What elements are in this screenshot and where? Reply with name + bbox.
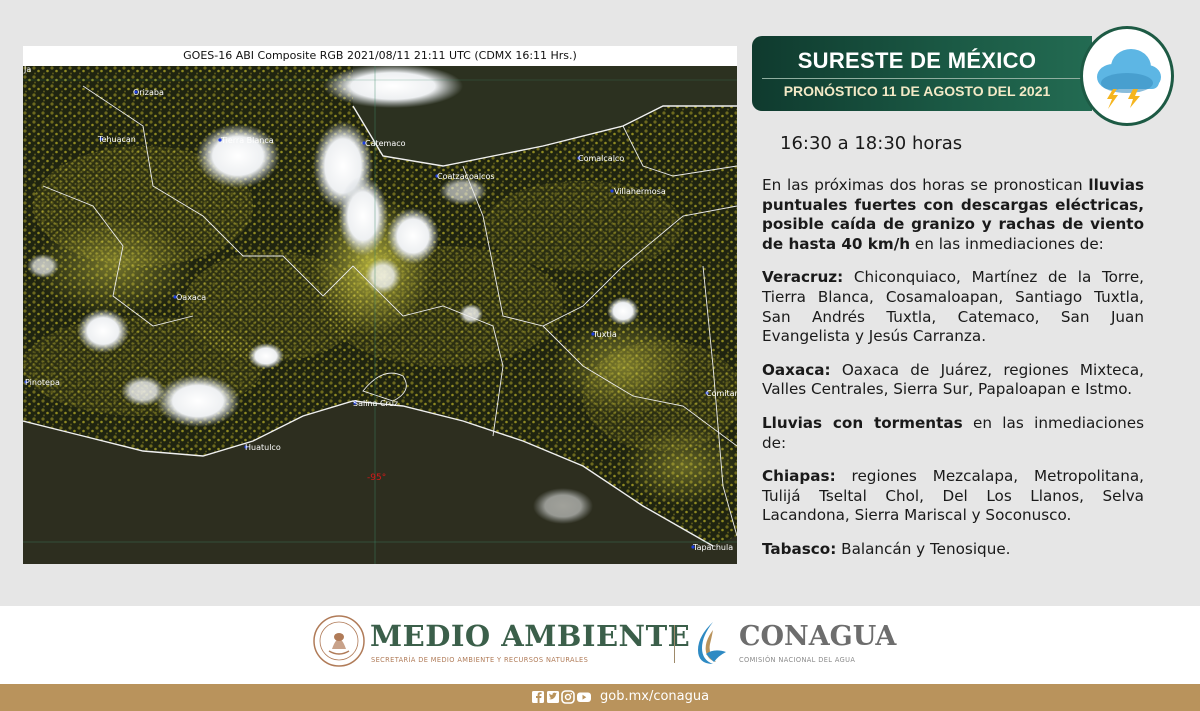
state-label: Oaxaca: (762, 360, 831, 379)
state-label: Tabasco: (762, 539, 837, 558)
state-label: Veracruz: (762, 268, 844, 287)
city-label: Tuxtla (592, 330, 617, 339)
forecast-intro: En las próximas dos horas se pronostican… (762, 176, 1144, 254)
time-range: 16:30 a 18:30 horas (780, 133, 963, 154)
forecast-oaxaca: Oaxaca: Oaxaca de Juárez, regiones Mixte… (762, 361, 1144, 400)
forecast-tabasco: Tabasco: Balancán y Tenosique. (762, 540, 1144, 560)
city-label: Oaxaca (176, 293, 206, 302)
forecast-chiapas: Chiapas: regiones Mezcalapa, Metropolita… (762, 467, 1144, 526)
city-label: Orizaba (133, 88, 164, 97)
intro-text-end: en las inmediaciones de: (910, 234, 1104, 253)
website-link[interactable]: gob.mx/conagua (600, 689, 709, 704)
region-banner: SURESTE DE MÉXICO PRONÓSTICO 11 DE AGOST… (752, 36, 1092, 111)
social-icons (532, 690, 591, 704)
satellite-image: Orizaba Tehuacan Tierra Blanca Catemaco … (23, 66, 737, 564)
twitter-icon[interactable] (547, 691, 559, 703)
forecast-tormentas: Lluvias con tormentas en las inmediacion… (762, 414, 1144, 453)
satellite-caption: GOES-16 ABI Composite RGB 2021/08/11 21:… (183, 49, 577, 62)
city-label: Tierra Blanca (220, 136, 274, 145)
forecast-date: PRONÓSTICO 11 DE AGOSTO DEL 2021 (783, 83, 1051, 99)
weather-badge (1080, 26, 1174, 126)
banner-divider (762, 78, 1082, 79)
tormentas-highlight: Lluvias con tormentas (762, 413, 963, 432)
city-label: Tehuacan (97, 135, 136, 144)
medio-ambiente-subtitle: SECRETARÍA DE MEDIO AMBIENTE Y RECURSOS … (371, 656, 589, 664)
longitude-label: -95° (367, 473, 386, 483)
region-title: SURESTE DE MÉXICO (797, 48, 1037, 73)
youtube-icon[interactable] (577, 692, 591, 703)
city-label: Villahermosa (614, 187, 666, 196)
city-label: Comalcalco (578, 154, 624, 163)
forecast-text: 16:30 a 18:30 horas En las próximas dos … (762, 132, 1144, 574)
forecast-veracruz: Veracruz: Chiconquiaco, Martínez de la T… (762, 268, 1144, 346)
medio-ambiente-title: MEDIO AMBIENTE (370, 619, 691, 653)
storm-cloud-lightning-icon (1097, 49, 1161, 109)
city-label: Comitan (706, 389, 737, 398)
instagram-icon[interactable] (561, 690, 575, 704)
facebook-icon[interactable] (532, 691, 544, 703)
city-label: Huatulco (245, 443, 281, 452)
conagua-title: CONAGUA (739, 621, 897, 652)
footer-divider (674, 625, 675, 663)
intro-text: En las próximas dos horas se pronostican (762, 176, 1089, 194)
city-label: Tapachula (692, 543, 733, 552)
satellite-panel: GOES-16 ABI Composite RGB 2021/08/11 21:… (23, 46, 737, 564)
state-areas: Balancán y Tenosique. (836, 539, 1011, 558)
state-label: Chiapas: (762, 467, 836, 486)
conagua-subtitle: COMISIÓN NACIONAL DEL AGUA (739, 656, 856, 664)
city-label: Salina Cruz (353, 399, 398, 408)
city-label: Coatzacoalcos (437, 172, 495, 181)
city-label: Catemaco (365, 139, 406, 148)
city-label: Pinotepa (25, 378, 60, 387)
conagua-logo-icon (698, 622, 726, 664)
city-label: Ja (23, 66, 31, 74)
mexico-seal-icon (313, 615, 365, 667)
